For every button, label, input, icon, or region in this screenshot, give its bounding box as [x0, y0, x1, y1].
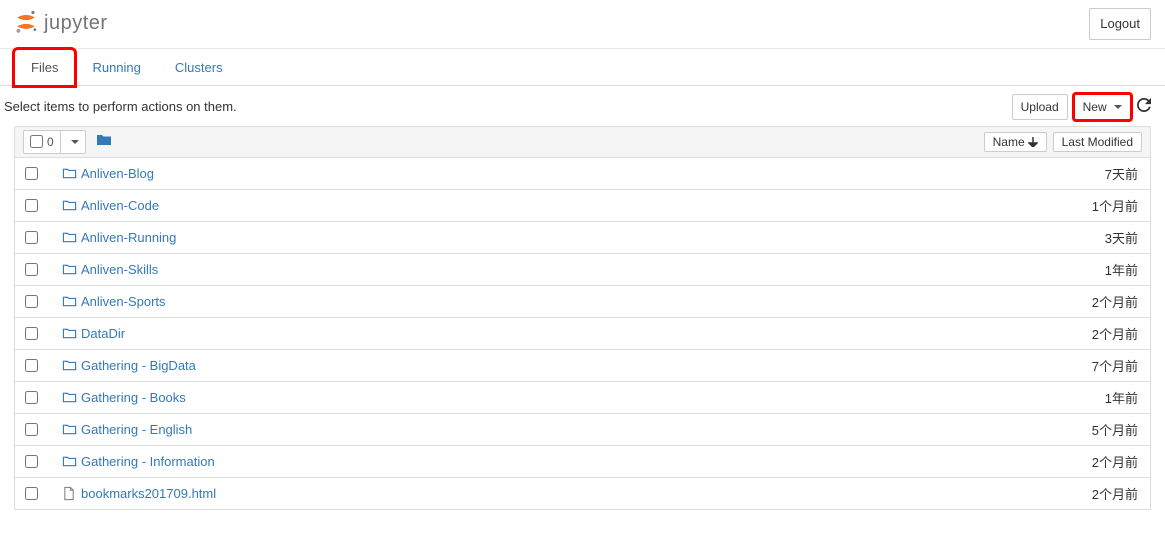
file-row: Anliven-Code 1个月前 [14, 190, 1151, 222]
file-name-link[interactable]: Gathering - English [81, 422, 192, 437]
file-row: Anliven-Blog 7天前 [14, 158, 1151, 190]
folder-icon [62, 198, 77, 213]
file-modified-time: 7个月前 [1092, 356, 1142, 375]
sort-modified-button[interactable]: Last Modified [1053, 132, 1142, 152]
file-modified-time: 2个月前 [1092, 484, 1142, 503]
file-row-checkbox[interactable] [25, 199, 38, 212]
file-row: Anliven-Running 3天前 [14, 222, 1151, 254]
file-list-header: 0 Name Last Modified [14, 126, 1151, 158]
folder-icon [62, 230, 77, 245]
file-row-checkbox[interactable] [25, 391, 38, 404]
select-all-checkbox[interactable] [30, 135, 43, 148]
jupyter-logo-icon [14, 10, 38, 37]
file-modified-time: 7天前 [1105, 164, 1142, 183]
caret-down-icon [71, 140, 79, 144]
breadcrumb-root[interactable] [96, 132, 112, 151]
file-row: Gathering - Books 1年前 [14, 382, 1151, 414]
file-modified-time: 1年前 [1105, 388, 1142, 407]
file-name-link[interactable]: Gathering - BigData [81, 358, 196, 373]
file-row: Anliven-Sports 2个月前 [14, 286, 1151, 318]
caret-down-icon [1114, 105, 1122, 109]
file-row: Gathering - BigData 7个月前 [14, 350, 1151, 382]
file-modified-time: 2个月前 [1092, 324, 1142, 343]
folder-icon [62, 422, 77, 437]
file-list: Anliven-Blog 7天前 Anliven-Code 1个月前 Anliven-R… [14, 158, 1151, 510]
file-row-checkbox[interactable] [25, 455, 38, 468]
tab-clusters[interactable]: Clusters [158, 49, 240, 86]
toolbar-hint: Select items to perform actions on them. [4, 99, 237, 114]
select-all-group[interactable]: 0 [23, 130, 86, 154]
file-row-checkbox[interactable] [25, 423, 38, 436]
file-row: bookmarks201709.html 2个月前 [14, 478, 1151, 510]
folder-icon [62, 294, 77, 309]
folder-icon [62, 358, 77, 373]
folder-icon [96, 132, 112, 148]
file-row-checkbox[interactable] [25, 263, 38, 276]
file-row-checkbox[interactable] [25, 231, 38, 244]
select-filter-dropdown[interactable] [61, 131, 85, 153]
file-row-checkbox[interactable] [25, 359, 38, 372]
new-button-label: New [1083, 100, 1107, 114]
folder-icon [62, 262, 77, 277]
folder-icon [62, 390, 77, 405]
file-name-link[interactable]: Gathering - Information [81, 454, 215, 469]
logout-button[interactable]: Logout [1089, 8, 1151, 40]
main-tabs: Files Running Clusters [14, 49, 1151, 86]
jupyter-logo[interactable]: jupyter [14, 10, 108, 37]
file-row-checkbox[interactable] [25, 295, 38, 308]
file-name-link[interactable]: Gathering - Books [81, 390, 186, 405]
sort-name-button[interactable]: Name [984, 132, 1047, 152]
file-row-checkbox[interactable] [25, 167, 38, 180]
file-name-link[interactable]: Anliven-Skills [81, 262, 158, 277]
refresh-icon [1137, 98, 1151, 112]
arrow-down-icon [1028, 137, 1038, 147]
file-modified-time: 3天前 [1105, 228, 1142, 247]
file-icon [62, 486, 77, 501]
file-name-link[interactable]: Anliven-Sports [81, 294, 166, 309]
folder-icon [62, 326, 77, 341]
tab-files[interactable]: Files [14, 49, 75, 86]
file-modified-time: 2个月前 [1092, 452, 1142, 471]
tab-running[interactable]: Running [75, 49, 157, 86]
refresh-button[interactable] [1137, 98, 1151, 115]
jupyter-logo-text: jupyter [44, 12, 108, 35]
file-name-link[interactable]: bookmarks201709.html [81, 486, 216, 501]
new-button[interactable]: New [1074, 94, 1131, 120]
folder-icon [62, 454, 77, 469]
folder-icon [62, 166, 77, 181]
file-modified-time: 2个月前 [1092, 292, 1142, 311]
file-row: Anliven-Skills 1年前 [14, 254, 1151, 286]
file-row: DataDir 2个月前 [14, 318, 1151, 350]
file-modified-time: 1年前 [1105, 260, 1142, 279]
file-row-checkbox[interactable] [25, 487, 38, 500]
file-modified-time: 1个月前 [1092, 196, 1142, 215]
file-row: Gathering - English 5个月前 [14, 414, 1151, 446]
file-name-link[interactable]: DataDir [81, 326, 125, 341]
file-modified-time: 5个月前 [1092, 420, 1142, 439]
upload-button[interactable]: Upload [1012, 94, 1068, 120]
file-name-link[interactable]: Anliven-Running [81, 230, 176, 245]
file-name-link[interactable]: Anliven-Code [81, 198, 159, 213]
file-row: Gathering - Information 2个月前 [14, 446, 1151, 478]
file-row-checkbox[interactable] [25, 327, 38, 340]
file-name-link[interactable]: Anliven-Blog [81, 166, 154, 181]
selected-count: 0 [47, 135, 54, 149]
